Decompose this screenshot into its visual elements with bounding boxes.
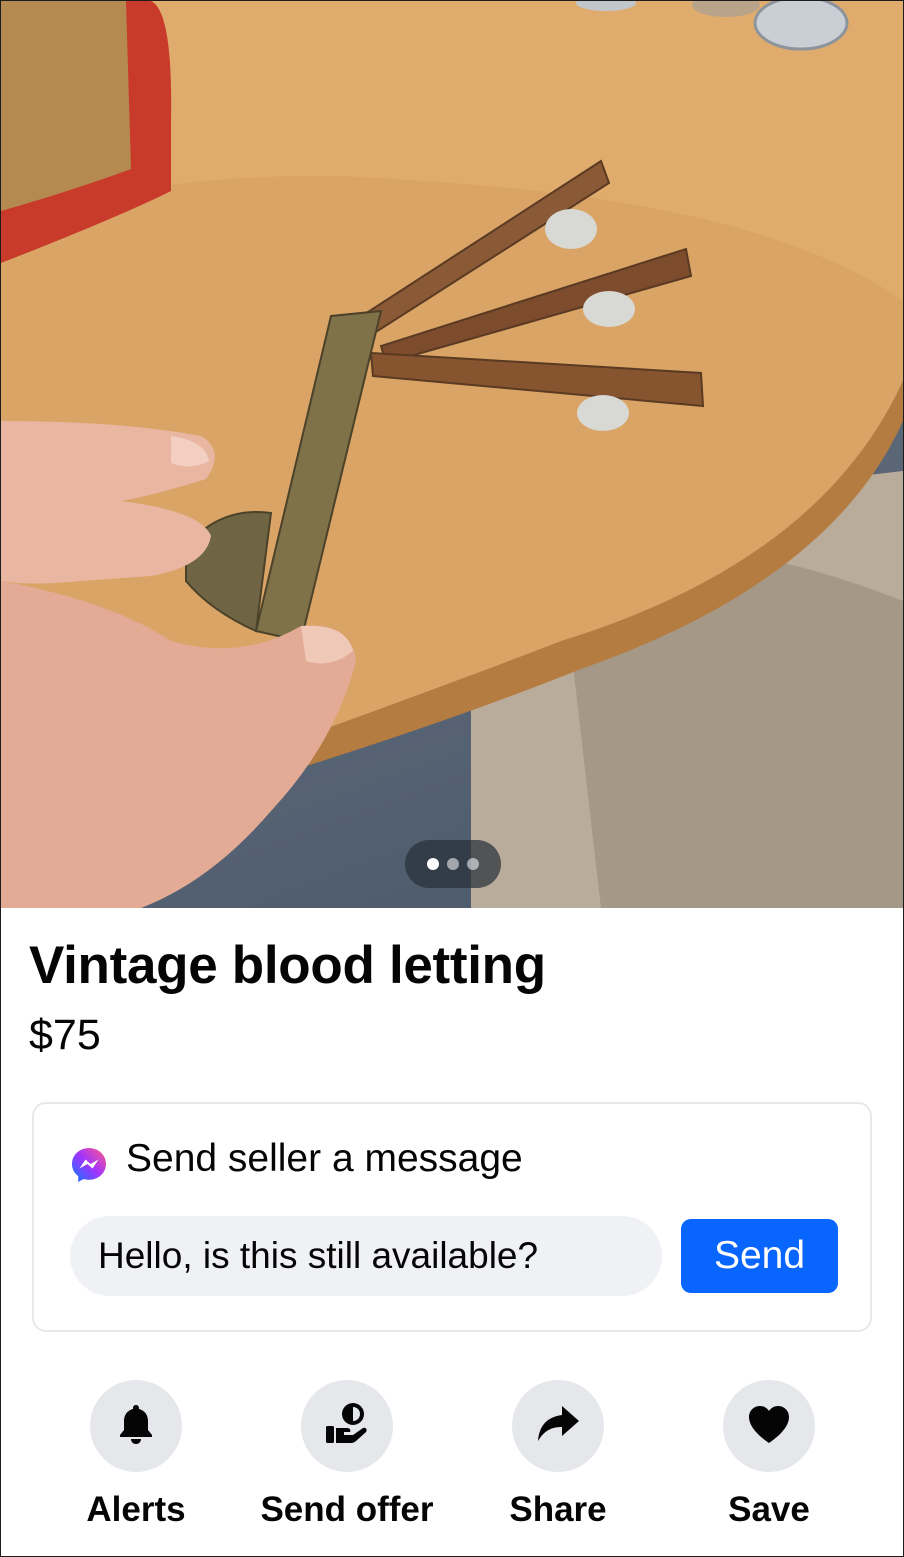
pager-dot[interactable] [467, 858, 479, 870]
messenger-icon [70, 1146, 108, 1184]
photo-pager[interactable] [405, 840, 501, 888]
share-icon-circle[interactable] [512, 1380, 604, 1472]
message-input[interactable] [70, 1216, 662, 1296]
save-icon-circle[interactable] [723, 1380, 815, 1472]
send-offer-label: Send offer [260, 1490, 434, 1529]
listing-price: $75 [29, 1011, 101, 1059]
message-header: Send seller a message [70, 1134, 523, 1184]
action-row: Alerts Send offer Share Save [1, 1380, 903, 1530]
pager-dot[interactable] [447, 858, 459, 870]
listing-screen: Vintage blood letting $75 Send seller a … [0, 0, 904, 1557]
listing-photo-illustration [1, 1, 903, 908]
share-button[interactable]: Share [458, 1380, 658, 1530]
send-button[interactable]: Send [681, 1219, 838, 1293]
send-offer-button[interactable]: Send offer [247, 1380, 447, 1530]
heart-icon [746, 1403, 792, 1450]
share-icon [536, 1404, 580, 1449]
alerts-button[interactable]: Alerts [36, 1380, 236, 1530]
pager-dot-active[interactable] [427, 858, 439, 870]
send-offer-icon-circle[interactable] [301, 1380, 393, 1472]
alerts-icon-circle[interactable] [90, 1380, 182, 1472]
save-label: Save [728, 1490, 810, 1529]
share-label: Share [509, 1490, 607, 1529]
listing-title: Vintage blood letting [29, 936, 546, 995]
offer-icon [323, 1402, 371, 1451]
message-heading: Send seller a message [126, 1137, 523, 1180]
listing-photo[interactable] [1, 1, 903, 908]
save-button[interactable]: Save [669, 1380, 869, 1530]
message-seller-card: Send seller a message Send [32, 1102, 872, 1332]
bell-icon [117, 1403, 155, 1450]
alerts-label: Alerts [86, 1490, 186, 1529]
